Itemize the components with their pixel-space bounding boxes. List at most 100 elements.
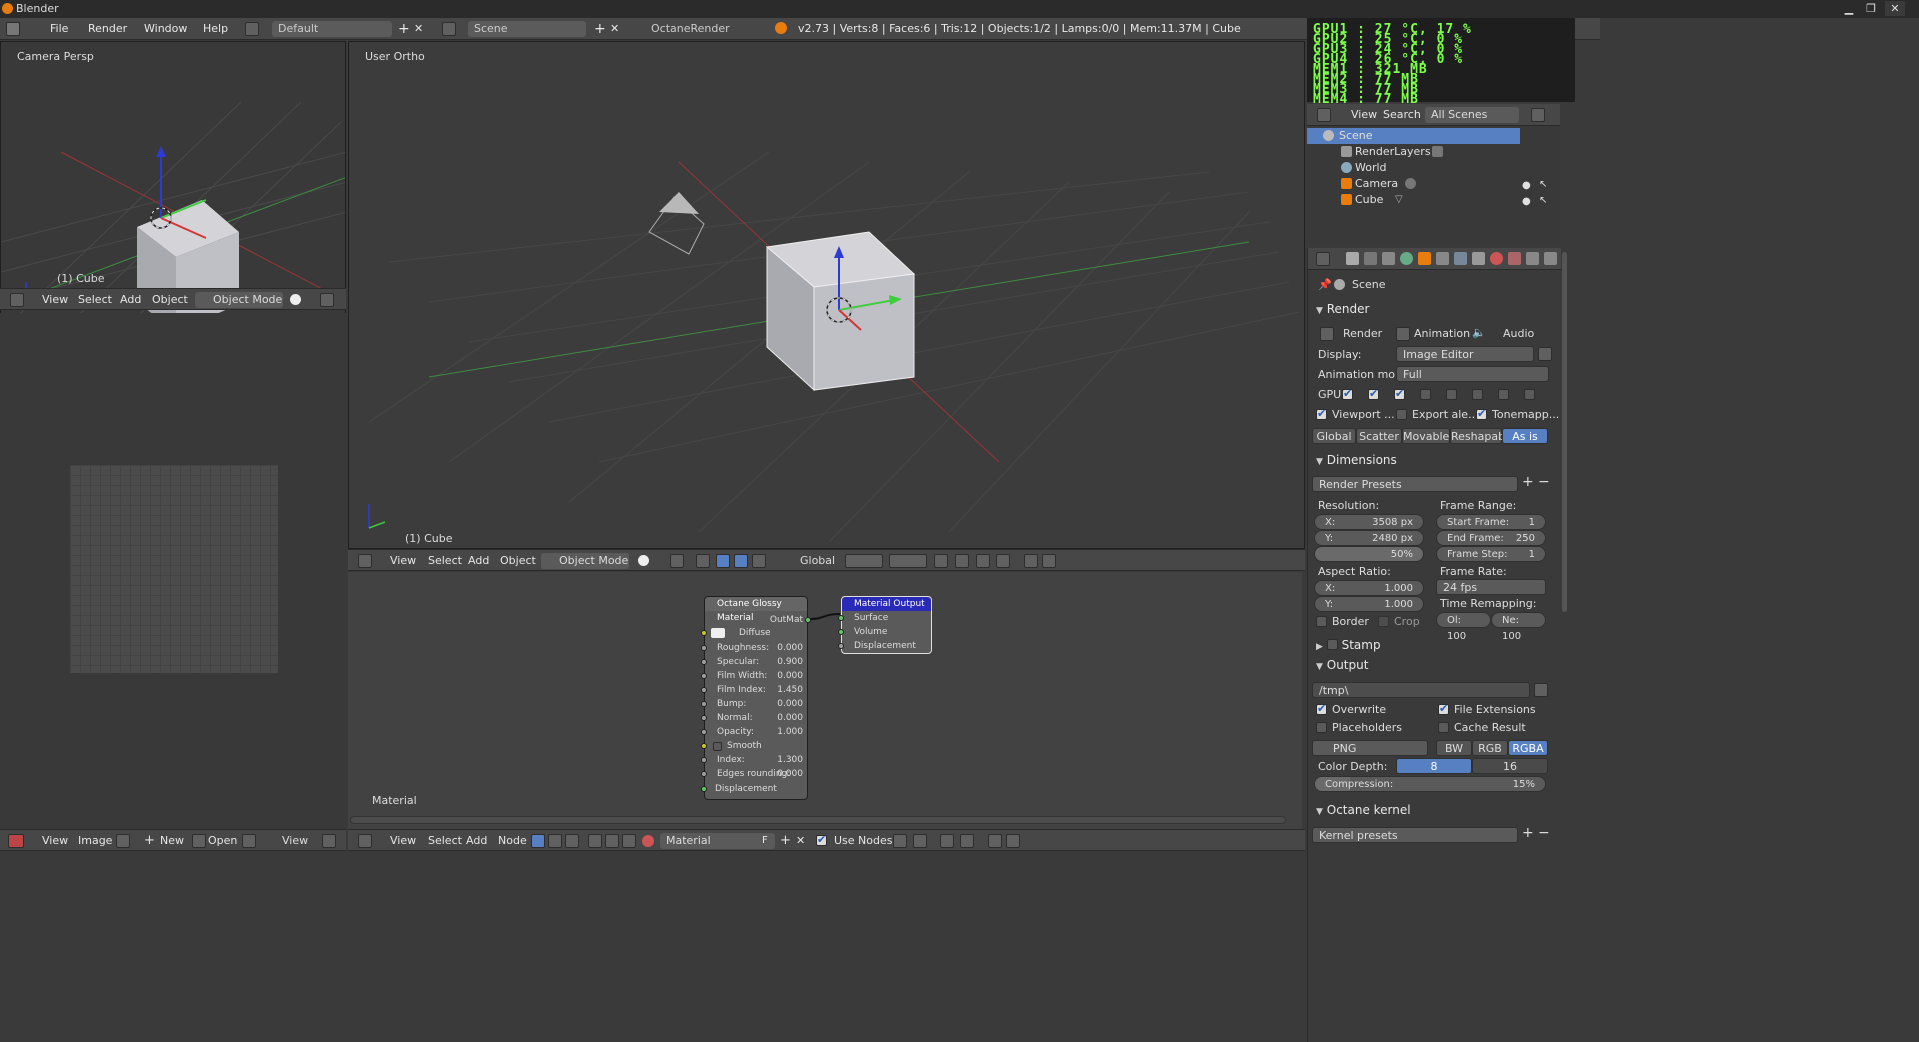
node-editor[interactable]: Octane Glossy Material OutMat Diffuse Ro… bbox=[348, 572, 1302, 830]
world-icon[interactable] bbox=[605, 834, 619, 848]
aspect-x-field[interactable]: X: 1.000 bbox=[1314, 580, 1424, 596]
param-row[interactable]: Bump: 0.000 bbox=[717, 697, 803, 711]
new-image-icon[interactable]: + bbox=[144, 830, 155, 852]
add-material-icon[interactable]: + bbox=[780, 830, 791, 852]
remove-scene-icon[interactable]: ✕ bbox=[610, 18, 619, 40]
viewport-checkbox[interactable] bbox=[1316, 407, 1327, 420]
param-socket[interactable] bbox=[701, 729, 707, 735]
menu-node[interactable]: Node bbox=[498, 830, 527, 852]
color-bw-button[interactable]: BW bbox=[1436, 740, 1472, 756]
menu-window[interactable]: Window bbox=[144, 18, 187, 40]
mode-reshapable[interactable]: Reshapabl bbox=[1450, 428, 1508, 444]
rotate-icon[interactable] bbox=[734, 554, 748, 568]
menu-image[interactable]: Image bbox=[78, 830, 112, 852]
browse-image-icon[interactable] bbox=[116, 834, 130, 848]
octane-glossy-node[interactable]: Octane Glossy Material OutMat Diffuse Ro… bbox=[701, 596, 811, 800]
modifiers-tab-icon[interactable] bbox=[1454, 252, 1467, 265]
snap-icon[interactable] bbox=[976, 554, 990, 568]
gpu2-checkbox[interactable] bbox=[1368, 387, 1379, 400]
param-socket[interactable] bbox=[701, 701, 707, 707]
placeholders-checkbox[interactable] bbox=[1316, 722, 1327, 733]
linestyle-icon[interactable] bbox=[622, 834, 636, 848]
material-field[interactable]: Material bbox=[660, 833, 775, 849]
param-socket[interactable] bbox=[701, 673, 707, 679]
color-depth-8-button[interactable]: 8 bbox=[1396, 758, 1472, 774]
menu-add[interactable]: Add bbox=[120, 289, 141, 311]
outmat-socket[interactable] bbox=[805, 617, 811, 623]
edges-socket[interactable] bbox=[701, 771, 707, 777]
gpu5-checkbox[interactable] bbox=[1446, 389, 1457, 400]
render-animation-icon[interactable] bbox=[1396, 327, 1410, 341]
mode-scatter[interactable]: Scatter bbox=[1356, 428, 1402, 444]
open-image-button[interactable]: Open bbox=[208, 830, 237, 852]
pin-icon[interactable] bbox=[893, 834, 907, 848]
menu-view[interactable]: View bbox=[1351, 104, 1377, 126]
tonemap-checkbox[interactable] bbox=[1476, 407, 1487, 420]
texture-tab-icon[interactable] bbox=[1508, 252, 1521, 265]
render-anim-icon[interactable] bbox=[1042, 554, 1056, 568]
editor-type-icon[interactable] bbox=[10, 293, 24, 307]
copy-node-icon[interactable] bbox=[988, 834, 1002, 848]
view-mode-select[interactable]: View bbox=[264, 833, 312, 849]
param-socket[interactable] bbox=[701, 645, 707, 651]
outliner-item-camera[interactable]: Camera ● ↖ bbox=[1307, 176, 1560, 192]
gpu1-checkbox[interactable] bbox=[1342, 387, 1353, 400]
data-tab-icon[interactable] bbox=[1472, 252, 1485, 265]
search-icon[interactable] bbox=[1531, 108, 1545, 122]
pivot-icon[interactable] bbox=[670, 554, 684, 568]
menu-object[interactable]: Object bbox=[500, 550, 536, 572]
object-mode-select[interactable]: Object Mode bbox=[195, 292, 283, 308]
gpu8-checkbox[interactable] bbox=[1524, 389, 1535, 400]
param-row[interactable]: Edges rounding: 0.000 bbox=[717, 767, 803, 781]
start-frame-field[interactable]: Start Frame: 1 bbox=[1436, 514, 1546, 530]
dimensions-panel-header[interactable]: ▼ Dimensions bbox=[1316, 453, 1397, 467]
displacement-socket[interactable] bbox=[838, 643, 844, 649]
menu-help[interactable]: Help bbox=[203, 18, 228, 40]
octane-kernel-panel-header[interactable]: ▼ Octane kernel bbox=[1316, 803, 1411, 817]
file-format-select[interactable]: PNG bbox=[1312, 740, 1428, 756]
display-mode-select[interactable]: All Scenes bbox=[1425, 107, 1519, 123]
open-folder-icon[interactable] bbox=[192, 834, 206, 848]
remove-preset-icon[interactable]: − bbox=[1538, 474, 1550, 490]
compression-slider[interactable]: Compression: 15% bbox=[1314, 776, 1546, 792]
mode-global[interactable]: Global bbox=[1312, 428, 1356, 444]
param-socket[interactable] bbox=[701, 687, 707, 693]
object-icon[interactable] bbox=[588, 834, 602, 848]
menu-object[interactable]: Object bbox=[152, 289, 188, 311]
smooth-checkbox[interactable] bbox=[713, 742, 722, 751]
pivot-icon[interactable] bbox=[322, 834, 336, 848]
render-icon[interactable] bbox=[1024, 554, 1038, 568]
object-mode-select[interactable]: Object Mode bbox=[541, 553, 629, 569]
editor-type-icon[interactable] bbox=[1317, 108, 1331, 122]
displacement-socket[interactable] bbox=[701, 786, 707, 792]
pin-icon[interactable] bbox=[242, 834, 256, 848]
kernel-presets-select[interactable]: Kernel presets bbox=[1312, 827, 1518, 843]
color-depth-16-button[interactable]: 16 bbox=[1472, 758, 1548, 774]
image-editor[interactable] bbox=[0, 313, 346, 829]
volume-socket[interactable] bbox=[838, 629, 844, 635]
cache-result-checkbox[interactable] bbox=[1438, 722, 1449, 733]
info-editor-icon[interactable] bbox=[6, 22, 20, 36]
layers-grid-icon[interactable] bbox=[845, 554, 883, 568]
diffuse-color-swatch[interactable] bbox=[711, 628, 725, 638]
minimize-icon[interactable]: ▁ bbox=[1839, 1, 1859, 16]
diffuse-socket[interactable] bbox=[701, 630, 707, 636]
outliner-item-renderlayers[interactable]: RenderLayers bbox=[1307, 144, 1560, 160]
folder-icon[interactable] bbox=[1534, 683, 1548, 697]
render-tab-icon[interactable] bbox=[1346, 252, 1359, 265]
layers-grid-icon[interactable] bbox=[889, 554, 927, 568]
param-socket[interactable] bbox=[701, 715, 707, 721]
render-button[interactable]: Render bbox=[1343, 327, 1382, 340]
orientation-select[interactable]: Global bbox=[782, 553, 835, 569]
constraints-tab-icon[interactable] bbox=[1436, 252, 1449, 265]
use-nodes-checkbox[interactable] bbox=[816, 833, 827, 846]
resolution-y-field[interactable]: Y: 2480 px bbox=[1314, 530, 1424, 546]
aspect-y-field[interactable]: Y: 1.000 bbox=[1314, 596, 1424, 612]
menu-select[interactable]: Select bbox=[78, 289, 112, 311]
maximize-icon[interactable]: ❐ bbox=[1861, 1, 1881, 16]
menu-select[interactable]: Select bbox=[428, 550, 462, 572]
object-tab-icon[interactable] bbox=[1418, 252, 1431, 265]
pin-icon[interactable]: 📌 bbox=[1318, 278, 1332, 291]
end-frame-field[interactable]: End Frame: 250 bbox=[1436, 530, 1546, 546]
render-presets-select[interactable]: Render Presets bbox=[1312, 476, 1518, 492]
